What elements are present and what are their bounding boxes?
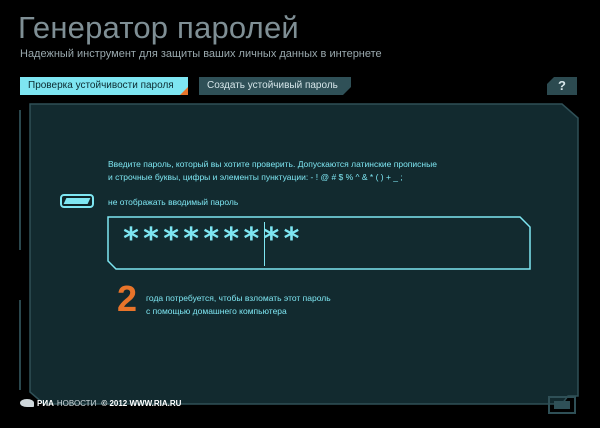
copyright-text: © 2012 WWW.RIA.RU [101, 398, 182, 408]
instructions-line-2: и строчные буквы, цифры и элементы пункт… [108, 172, 403, 182]
crack-time-line-1: года потребуется, чтобы взломать этот па… [146, 293, 331, 303]
text-caret [264, 222, 265, 266]
hide-password-toggle[interactable] [60, 194, 94, 208]
crack-time-text: года потребуется, чтобы взломать этот па… [146, 292, 406, 318]
fullscreen-icon [554, 401, 570, 409]
fullscreen-button[interactable] [548, 396, 576, 414]
toggle-knob [63, 198, 91, 204]
instructions-line-1: Введите пароль, который вы хотите провер… [108, 159, 437, 169]
hide-password-label: не отображать вводимый пароль [108, 197, 239, 207]
crack-time-line-2: с помощью домашнего компьютера [146, 306, 287, 316]
instructions-text: Введите пароль, который вы хотите провер… [108, 158, 468, 184]
main-panel [19, 103, 579, 405]
footer-credits: РИА НОВОСТИ © 2012 WWW.RIA.RU [20, 397, 181, 409]
crack-time-number: 2 [117, 278, 138, 319]
brand-name-bold: РИА [37, 398, 54, 408]
ria-logo-icon [20, 399, 34, 407]
brand-name-light: НОВОСТИ [56, 398, 97, 408]
password-value: ********* [122, 222, 303, 257]
